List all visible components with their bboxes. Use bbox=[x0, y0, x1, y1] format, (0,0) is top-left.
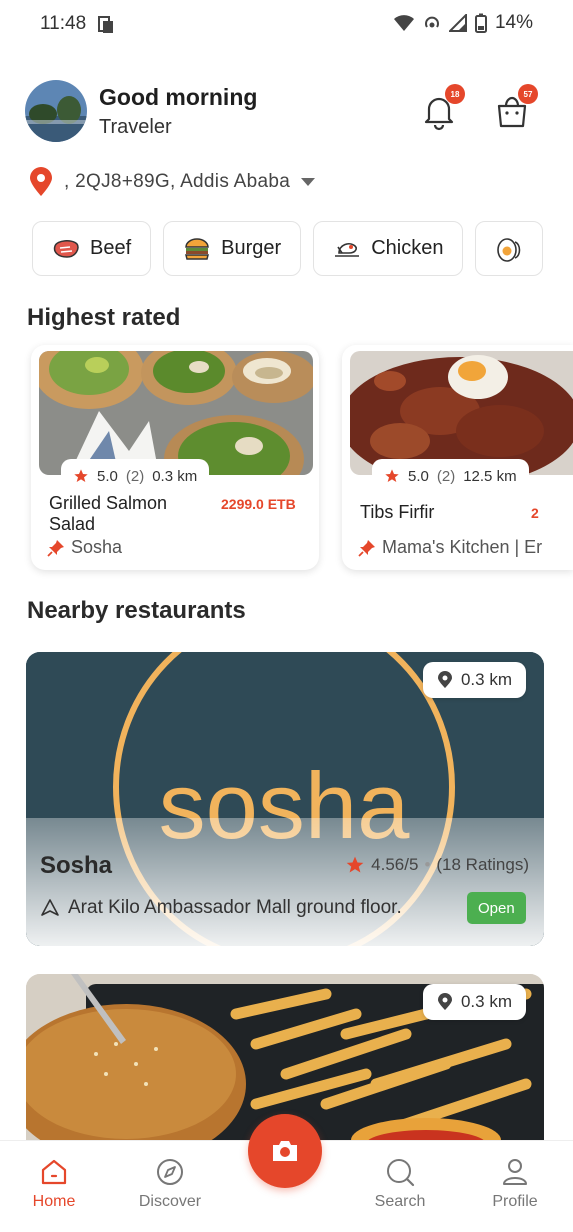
hotspot-icon bbox=[424, 16, 439, 28]
search-icon bbox=[387, 1159, 415, 1187]
signal-icon bbox=[448, 14, 467, 32]
dish-image bbox=[350, 351, 573, 475]
battery-icon bbox=[474, 13, 487, 33]
category-chip-egg[interactable] bbox=[475, 221, 543, 276]
category-label: Beef bbox=[90, 237, 132, 259]
dish-rating: 5.0 (2) 0.3 km bbox=[61, 459, 210, 493]
sim-icon bbox=[98, 16, 113, 33]
nav-label: Search bbox=[374, 1193, 426, 1210]
dish-restaurant: Mama's Kitchen | Er bbox=[358, 537, 542, 558]
restaurant-distance: 0.3 km bbox=[422, 662, 526, 698]
status-time: 11:48 bbox=[40, 13, 87, 34]
notifications-button[interactable]: 18 bbox=[419, 84, 465, 132]
nav-search[interactable]: Search bbox=[350, 1157, 450, 1211]
nearby-restaurants-title: Nearby restaurants bbox=[27, 597, 246, 624]
wifi-icon bbox=[393, 15, 414, 31]
nav-label: Profile bbox=[492, 1193, 538, 1210]
chevron-down-icon bbox=[301, 178, 316, 186]
distance-value: 0.3 km bbox=[460, 992, 512, 1011]
nav-profile[interactable]: Profile bbox=[465, 1157, 565, 1211]
dish-image bbox=[39, 351, 313, 475]
dish-price: 2299.0 ETB bbox=[221, 496, 296, 512]
rating-count: (2) bbox=[436, 467, 456, 485]
camera-button[interactable] bbox=[248, 1114, 322, 1188]
star-icon bbox=[346, 856, 364, 873]
restaurant-name: Sosha bbox=[40, 852, 113, 879]
category-label: Chicken bbox=[371, 237, 444, 259]
star-icon bbox=[385, 469, 399, 482]
category-chip-burger[interactable]: Burger bbox=[163, 221, 302, 276]
ratings-count: (18 Ratings) bbox=[436, 855, 529, 874]
camera-icon bbox=[273, 1141, 297, 1161]
compass-icon bbox=[157, 1159, 183, 1185]
dish-price: 2 bbox=[531, 505, 539, 521]
location-pin-icon bbox=[30, 167, 52, 196]
username: Traveler bbox=[99, 116, 172, 138]
address-text: Arat Kilo Ambassador Mall ground floor. bbox=[68, 897, 402, 918]
restaurant-name: Mama's Kitchen | Er bbox=[382, 537, 543, 557]
location-pin-icon bbox=[437, 671, 452, 688]
rating-value: 5.0 bbox=[97, 467, 118, 485]
beef-icon bbox=[53, 239, 79, 258]
dish-name: Grilled Salmon Salad bbox=[49, 493, 168, 534]
user-icon bbox=[503, 1159, 527, 1185]
dish-distance: 12.5 km bbox=[463, 467, 517, 485]
navigation-icon bbox=[41, 899, 59, 916]
restaurant-address: Arat Kilo Ambassador Mall ground floor. bbox=[40, 897, 402, 919]
battery-level: 14% bbox=[494, 12, 533, 33]
star-icon bbox=[74, 469, 88, 482]
avatar[interactable] bbox=[25, 80, 87, 142]
rating-value: 4.56/5 bbox=[371, 855, 419, 874]
greeting: Good morning bbox=[99, 84, 258, 110]
rating-value: 5.0 bbox=[408, 467, 429, 485]
dish-rating: 5.0 (2) 12.5 km bbox=[372, 459, 529, 493]
avatar-image bbox=[25, 80, 87, 142]
category-chip-chicken[interactable]: Chicken bbox=[313, 221, 464, 276]
location-pin-icon bbox=[437, 993, 452, 1010]
dish-restaurant: Sosha bbox=[47, 537, 122, 558]
status-bar: 11:48 14% bbox=[0, 0, 573, 50]
egg-icon bbox=[497, 237, 521, 262]
distance-value: 0.3 km bbox=[460, 670, 512, 689]
restaurant-distance: 0.3 km bbox=[422, 984, 526, 1020]
rating-separator: • bbox=[424, 855, 431, 874]
category-chip-beef[interactable]: Beef bbox=[32, 221, 152, 276]
rating-count: (2) bbox=[125, 467, 145, 485]
dish-card-grilled-salmon[interactable]: 5.0 (2) 0.3 km Grilled Salmon Salad 2299… bbox=[31, 345, 319, 570]
dish-distance: 0.3 km bbox=[152, 467, 198, 485]
pin-icon bbox=[47, 539, 64, 557]
open-status-badge: Open bbox=[467, 892, 526, 924]
pin-icon bbox=[358, 539, 375, 557]
dish-name: Tibs Firfir bbox=[360, 502, 435, 522]
burger-icon bbox=[185, 237, 210, 260]
location-selector[interactable]: , 2QJ8+89G, Addis Ababa bbox=[28, 167, 316, 197]
nav-label: Discover bbox=[138, 1193, 202, 1210]
cart-button[interactable]: 57 bbox=[492, 84, 538, 132]
dish-card-tibs-firfir[interactable]: 5.0 (2) 12.5 km Tibs Firfir 2 Mama's Kit… bbox=[342, 345, 573, 570]
cart-badge: 57 bbox=[518, 84, 538, 104]
nav-label: Home bbox=[32, 1193, 76, 1210]
notification-badge: 18 bbox=[445, 84, 465, 104]
location-address: , 2QJ8+89G, Addis Ababa bbox=[64, 171, 291, 192]
highest-rated-title: Highest rated bbox=[27, 304, 181, 331]
home-icon bbox=[41, 1159, 67, 1185]
nav-home[interactable]: Home bbox=[4, 1157, 104, 1211]
card-overlay bbox=[26, 818, 544, 946]
chicken-icon bbox=[335, 242, 360, 257]
category-list: Beef Burger Chicken bbox=[32, 221, 543, 277]
nav-discover[interactable]: Discover bbox=[120, 1157, 220, 1211]
restaurant-name: Sosha bbox=[71, 537, 123, 557]
restaurant-rating: 4.56/5 • (18 Ratings) bbox=[345, 855, 529, 875]
category-label: Burger bbox=[221, 237, 282, 259]
